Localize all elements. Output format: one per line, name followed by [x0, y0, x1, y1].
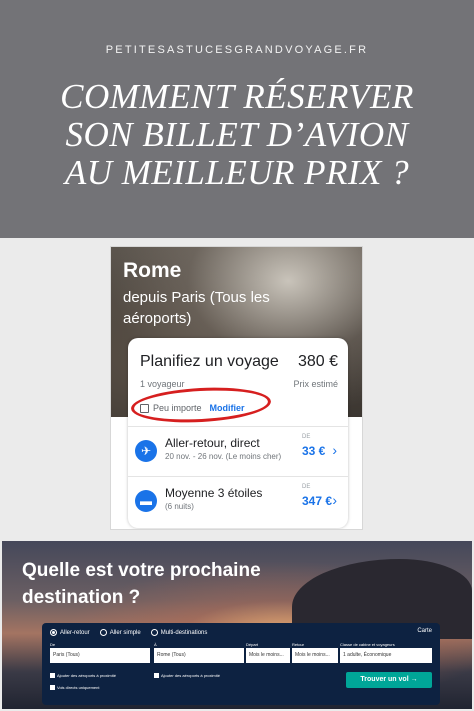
depart-label: Départ: [246, 642, 259, 647]
depart-field[interactable]: Mois le moins...: [246, 648, 290, 663]
divider: [128, 426, 348, 427]
title-line-2: SON BILLET D’AVION: [65, 115, 409, 154]
article-title: COMMENT RÉSERVER SON BILLET D’AVION AU M…: [0, 78, 474, 192]
option-hotel[interactable]: ▬ Moyenne 3 étoiles (6 nuits) DE 347 € ›: [135, 484, 345, 528]
destination-city: Rome: [123, 259, 182, 282]
radio-label: Multi-destinations: [160, 629, 208, 636]
plan-trip-card: Planifiez un voyage 380 € 1 voyageur Pri…: [128, 338, 348, 528]
return-field[interactable]: Mois le moins...: [292, 648, 338, 663]
from-label: De: [50, 642, 56, 647]
traveller-count[interactable]: 1 voyageur: [140, 379, 185, 389]
plane-icon: ✈: [135, 440, 157, 462]
return-label: Retour: [292, 642, 305, 647]
option-price: 33 €: [302, 444, 326, 458]
nearby-airports-from-checkbox[interactable]: Ajouter des aéroports à proximité: [50, 673, 116, 678]
checkbox-box: [154, 673, 159, 678]
title-line-3: AU MEILLEUR PRIX ?: [64, 153, 410, 192]
radio-label: Aller simple: [109, 629, 141, 636]
nearby-airports-to-checkbox[interactable]: Ajouter des aéroports à proximité: [154, 673, 220, 678]
bed-icon: ▬: [135, 490, 157, 512]
chevron-right-icon: ›: [332, 492, 337, 508]
option-from-label: DE: [302, 434, 311, 440]
price-label: Prix estimé: [293, 379, 338, 389]
origin-prefix: depuis: [123, 289, 168, 306]
option-detail: (6 nuits): [165, 502, 194, 511]
checkbox-box: [50, 685, 55, 690]
option-price: 347 €: [302, 494, 333, 508]
site-name: PETITESASTUCESGRANDVOYAGE.FR: [105, 44, 369, 56]
direct-flights-checkbox[interactable]: Vols directs uniquement: [50, 685, 99, 690]
radio-one-way[interactable]: Aller simple: [99, 629, 141, 636]
plan-price: 380 €: [297, 353, 338, 370]
radio-dot: [150, 629, 158, 636]
article-header: PETITESASTUCESGRANDVOYAGE.FR COMMENT RÉS…: [0, 0, 474, 238]
option-name: Aller-retour, direct: [165, 436, 260, 450]
radio-dot: [99, 629, 107, 636]
flight-search-form: Aller-retour Aller simple Multi-destinat…: [42, 623, 440, 705]
cabin-field[interactable]: 1 adulte, Économique: [340, 648, 432, 663]
option-from-label: DE: [302, 484, 311, 490]
to-label: À: [154, 642, 157, 647]
radio-multi-city[interactable]: Multi-destinations: [150, 629, 208, 636]
option-name: Moyenne 3 étoiles: [165, 486, 263, 500]
map-link[interactable]: Carte: [417, 628, 432, 634]
chevron-right-icon: ›: [332, 442, 337, 458]
title-line-1: COMMENT RÉSERVER: [60, 77, 414, 116]
radio-label: Aller-retour: [60, 629, 90, 636]
checkbox-label: Ajouter des aéroports à proximité: [57, 673, 116, 678]
cabin-label: Classe de cabine et voyageurs: [340, 642, 395, 647]
checkbox-label: Ajouter des aéroports à proximité: [161, 673, 220, 678]
option-detail: 20 nov. - 26 nov. (Le moins cher): [165, 452, 282, 461]
divider: [128, 476, 348, 477]
to-field[interactable]: Rome (Tous): [154, 648, 244, 663]
radio-round-trip[interactable]: Aller-retour: [50, 629, 90, 636]
find-flight-button[interactable]: Trouver un vol →: [346, 672, 432, 688]
google-travel-screenshot: Rome depuis Paris (Tous les aéroports) P…: [110, 246, 363, 530]
search-headline: Quelle est votre prochaine destination ?: [22, 560, 261, 608]
radio-dot: [50, 629, 57, 636]
highlight-circle: [130, 384, 272, 426]
skyscanner-screenshot: Quelle est votre prochaine destination ?…: [2, 541, 472, 709]
plan-title: Planifiez un voyage: [140, 353, 279, 370]
checkbox-label: Vols directs uniquement: [57, 685, 100, 690]
option-flight[interactable]: ✈ Aller-retour, direct 20 nov. - 26 nov.…: [135, 434, 345, 478]
from-field[interactable]: Paris (Tous): [50, 648, 150, 663]
trip-type-radios: Aller-retour Aller simple Multi-destinat…: [50, 629, 207, 636]
origin-text: depuis Paris (Tous les aéroports): [123, 287, 323, 329]
checkbox-box: [50, 673, 55, 678]
